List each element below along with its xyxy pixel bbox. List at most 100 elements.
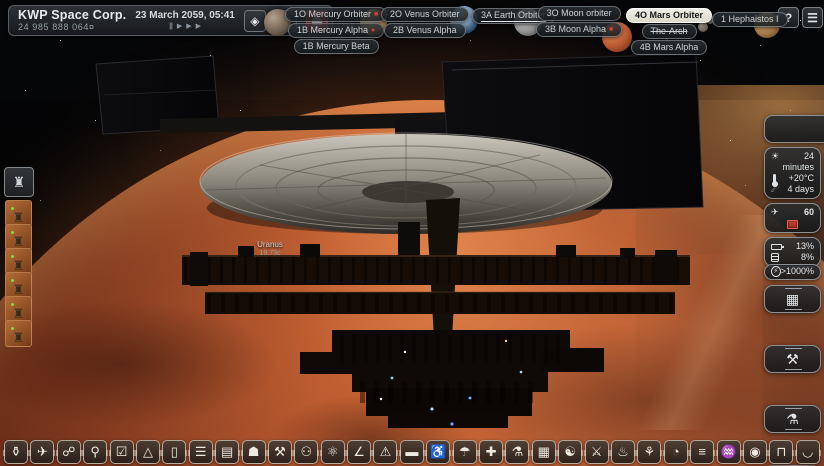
tab-venus-alpha[interactable]: 2B Venus Alpha — [384, 23, 466, 38]
main-menu-button[interactable]: ☰ — [802, 7, 823, 28]
meteor-countdown: 4 days — [787, 184, 814, 195]
toolbar-food-bowl-icon[interactable]: ◡ — [796, 440, 820, 464]
tab-mercury-orbiter[interactable]: 1O Mercury Orbiter ■ — [285, 7, 387, 22]
company-funds: 24 985 888 064¤ — [18, 22, 126, 32]
finance-button[interactable]: ◈ — [244, 10, 266, 32]
building-icon: ▦ — [786, 291, 799, 308]
research-lab-button[interactable]: ⚗ — [764, 405, 821, 433]
toolbar-pie-icon[interactable]: ◔ — [664, 440, 688, 464]
cargo-alert-icon — [787, 220, 798, 229]
company-info: KWP Space Corp. 24 985 888 064¤ — [18, 9, 126, 32]
finance-icon: ◈ — [250, 11, 259, 31]
power-panel: ⚡ >1000% — [764, 264, 821, 280]
fast-forward-button[interactable]: ▶ — [186, 23, 191, 31]
tab-mercury-beta[interactable]: 1B Mercury Beta — [294, 39, 379, 54]
toolbar-ramp-icon[interactable]: △ — [136, 440, 160, 464]
mercury-station-group: 1O Mercury Orbiter ■ 1B Mercury Alpha ● … — [264, 7, 387, 54]
toolbar-hazard-icon[interactable]: ⚠ — [373, 440, 397, 464]
tab-label: 3B Moon Alpha — [545, 24, 606, 35]
toolbar-satellite-icon[interactable]: ☍ — [57, 440, 81, 464]
tab-label: 3O Moon orbiter — [547, 8, 612, 19]
rocket-panel: ✈ 60 — [764, 203, 821, 233]
toolbar-burger-icon[interactable]: ≡ — [690, 440, 714, 464]
toolbar-meditation-icon[interactable]: ☯ — [558, 440, 582, 464]
environment-panel: ☀ 24 minutes +20°C ☄ 4 days — [764, 147, 821, 199]
surface-unit-thumbnail-6[interactable]: ♜ — [5, 320, 32, 347]
fastest-forward-button[interactable]: ▶ — [196, 23, 201, 31]
build-button[interactable]: ▦ — [764, 285, 821, 313]
play-button[interactable]: ▶ — [177, 23, 182, 31]
toolbar-crate-icon[interactable]: ▤ — [215, 440, 239, 464]
daylight-unit: minutes — [782, 162, 814, 173]
rocket-count: 60 — [804, 207, 814, 218]
toolbar-laboratory-icon[interactable]: ⚗ — [505, 440, 529, 464]
toolbar-greenhouse-icon[interactable]: ⚘ — [637, 440, 661, 464]
storage-panel: 13% 8% — [764, 237, 821, 267]
tab-label: 1 Hephaistos I — [721, 14, 779, 25]
thermometer-icon — [773, 174, 776, 183]
toolbar-noodles-icon[interactable]: ♒ — [717, 440, 741, 464]
toolbar-door-icon[interactable]: ▯ — [162, 440, 186, 464]
sun-icon: ☀ — [771, 151, 779, 162]
toolbar-reactor-icon[interactable]: ⚛ — [321, 440, 345, 464]
toolbar-repair-icon[interactable]: ⚒ — [268, 440, 292, 464]
game-datetime: 23 March 2059, 05:41 — [135, 10, 235, 22]
clock-block: 23 March 2059, 05:41 || ▶ ▶ ▶ — [135, 10, 235, 31]
toolbar-cutlery-icon[interactable]: ⚔ — [585, 440, 609, 464]
hamburger-icon: ☰ — [807, 11, 818, 25]
maintenance-button[interactable]: ⚒ — [764, 345, 821, 373]
toolbar-medical-icon[interactable]: ✚ — [479, 440, 503, 464]
station-overview-button[interactable]: ♜ — [4, 167, 34, 197]
tab-label: 4B Mars Alpha — [640, 42, 699, 53]
toolbar-helmet-icon[interactable]: ☗ — [242, 440, 266, 464]
tab-mercury-alpha[interactable]: 1B Mercury Alpha ● — [288, 23, 384, 38]
surface-unit-thumbnail-4[interactable]: ♜ — [5, 272, 32, 299]
tab-venus-orbiter[interactable]: 2O Venus Orbiter — [381, 7, 469, 22]
surface-unit-thumbnail-5[interactable]: ♜ — [5, 296, 32, 323]
company-name: KWP Space Corp. — [18, 9, 126, 22]
game-viewport: Uranus 19.73c KWP Space Corp. 24 985 888… — [0, 0, 824, 466]
space-station-silhouette — [0, 0, 824, 466]
battery-percent: 13% — [796, 241, 814, 252]
tab-moon-alpha[interactable]: 3B Moon Alpha ■ — [536, 22, 622, 37]
tab-moon-orbiter[interactable]: 3O Moon orbiter — [538, 6, 621, 21]
toolbar-rocket-icon[interactable]: ✈ — [30, 440, 54, 464]
toolbar-spotlight-icon[interactable]: ⚲ — [83, 440, 107, 464]
tab-label: 2O Venus Orbiter — [390, 9, 460, 20]
leave-station-button[interactable]: Leave station — [764, 115, 824, 143]
toolbar-library-icon[interactable]: ▦ — [532, 440, 556, 464]
surface-unit-thumbnail-2[interactable]: ♜ — [5, 224, 32, 251]
build-toolbar: ⚱ ✈ ☍ ⚲ ☑ △ ▯ ☰ ▤ ☗ ⚒ ⚇ ⚛ ∠ ⚠ ▬ ♿ ☂ ✚ ⚗ … — [4, 440, 820, 464]
toolbar-dining-table-icon[interactable]: ⊓ — [769, 440, 793, 464]
tab-label: 1O Mercury Orbiter — [294, 9, 371, 20]
surface-unit-thumbnail-3[interactable]: ♜ — [5, 248, 32, 275]
tab-label: 2B Venus Alpha — [393, 25, 457, 36]
toolbar-drafting-icon[interactable]: ∠ — [347, 440, 371, 464]
tab-mars-alpha[interactable]: 4B Mars Alpha — [631, 40, 708, 55]
tab-label: 1B Mercury Beta — [303, 41, 370, 52]
toolbar-toilet-icon[interactable]: ♿ — [426, 440, 450, 464]
toolbar-shield-icon[interactable]: ☑ — [110, 440, 134, 464]
toolbar-shower-icon[interactable]: ☂ — [453, 440, 477, 464]
surface-unit-thumbnail-1[interactable]: ♜ — [5, 200, 32, 227]
time-controls: || ▶ ▶ ▶ — [135, 23, 235, 31]
tools-icon: ⚒ — [786, 351, 799, 368]
toolbar-antenna-icon[interactable]: ☰ — [189, 440, 213, 464]
toolbar-pizza-icon[interactable]: ◉ — [743, 440, 767, 464]
toolbar-bed-icon[interactable]: ▬ — [400, 440, 424, 464]
alert-icon: ■ — [609, 26, 613, 33]
toolbar-robot-icon[interactable]: ⚇ — [294, 440, 318, 464]
temperature-value: +20°C — [789, 173, 814, 184]
power-percent: >1000% — [781, 266, 814, 277]
battery-icon — [771, 244, 782, 250]
tab-label: 1B Mercury Alpha — [297, 25, 368, 36]
pause-button[interactable]: || — [169, 23, 173, 31]
tab-the-arch[interactable]: The-Arch — [642, 24, 697, 39]
toolbar-kitchen-icon[interactable]: ♨ — [611, 440, 635, 464]
tab-hephaistos[interactable]: 1 Hephaistos I — [712, 12, 788, 27]
robot-icon: ♜ — [13, 174, 26, 191]
fuel-tank-icon — [771, 253, 779, 262]
tab-mars-orbiter[interactable]: 4O Mars Orbiter — [626, 8, 712, 23]
toolbar-container-icon[interactable]: ⚱ — [4, 440, 28, 464]
rocket-icon: ✈ — [771, 207, 779, 218]
